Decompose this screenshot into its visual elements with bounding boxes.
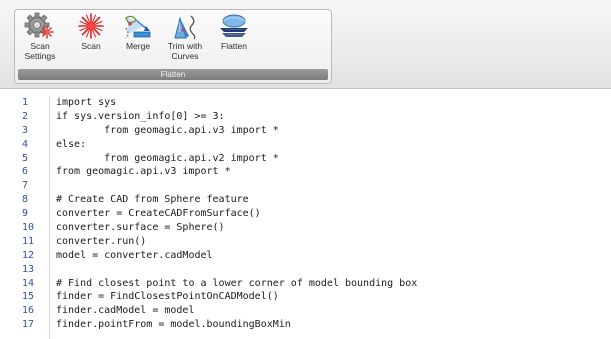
trim-with-curves-label: Trim with Curves [167,41,203,61]
code-line[interactable]: converter = CreateCADFromSurface() [56,207,606,221]
code-line[interactable]: # Create CAD from Sphere feature [56,193,606,207]
code-line[interactable]: from geomagic.api.v3 import * [56,124,606,138]
line-number: 9 [22,208,29,220]
code-line[interactable]: model = converter.cadModel [56,249,606,263]
merge-label: Merge [125,41,151,51]
code-line[interactable] [56,179,606,193]
ribbon-toolbar: Scan Settings Scan Merge Trim with Curve… [0,0,611,89]
geomagic-window: Scan Settings Scan Merge Trim with Curve… [0,0,611,339]
code-line[interactable]: from geomagic.api.v3 import * [56,165,606,179]
trim-with-curves-button[interactable]: Trim with Curves [159,12,211,70]
line-number: 17 [22,319,35,331]
line-number-gutter: 1 2 3 4 5 6 7 8 9 10 11 12 13 14 15 16 1… [12,96,50,339]
ribbon-group-flatten: Scan Settings Scan Merge Trim with Curve… [14,9,332,84]
line-number: 12 [22,249,35,261]
code-line[interactable]: converter.surface = Sphere() [56,221,606,235]
ribbon-button-row: Scan Settings Scan Merge Trim with Curve… [15,10,331,72]
scan-settings-button[interactable]: Scan Settings [19,12,61,70]
scan-label: Scan [81,41,101,51]
code-line[interactable]: if sys.version_info[0] >= 3: [56,110,606,124]
line-number: 15 [22,291,35,303]
line-number: 14 [22,277,35,289]
flatten-icon [217,12,251,40]
line-number: 3 [22,124,29,136]
scan-icon [74,12,108,40]
line-number: 6 [22,166,29,178]
scan-settings-icon [23,12,57,40]
merge-icon [121,12,155,40]
code-line[interactable]: from geomagic.api.v2 import * [56,152,606,166]
code-area[interactable]: import sys if sys.version_info[0] >= 3: … [56,96,606,332]
code-line[interactable]: import sys [56,96,606,110]
ribbon-group-caption: Flatten [18,69,328,80]
flatten-label: Flatten [221,41,247,51]
line-number: 7 [22,180,29,192]
line-number: 16 [22,305,35,317]
line-number: 8 [22,194,29,206]
line-number: 2 [22,110,29,122]
line-number: 10 [22,222,35,234]
code-line[interactable] [56,263,606,277]
line-number: 13 [22,263,35,275]
line-number: 11 [22,235,35,247]
flatten-button[interactable]: Flatten [213,12,255,70]
code-line[interactable]: finder.cadModel = model [56,304,606,318]
line-number: 5 [22,152,29,164]
merge-button[interactable]: Merge [117,12,159,70]
code-line[interactable]: converter.run() [56,235,606,249]
code-line[interactable]: # Find closest point to a lower corner o… [56,277,606,291]
script-editor[interactable]: 1 2 3 4 5 6 7 8 9 10 11 12 13 14 15 16 1… [0,91,611,339]
line-number: 1 [22,97,29,108]
scan-settings-label: Scan Settings [24,41,56,61]
trim-with-curves-icon [168,12,202,40]
scan-button[interactable]: Scan [71,12,111,70]
code-line[interactable]: else: [56,138,606,152]
code-line[interactable]: finder.pointFrom = model.boundingBoxMin [56,318,606,332]
code-line[interactable]: finder = FindClosestPointOnCADModel() [56,290,606,304]
line-number: 4 [22,138,29,150]
